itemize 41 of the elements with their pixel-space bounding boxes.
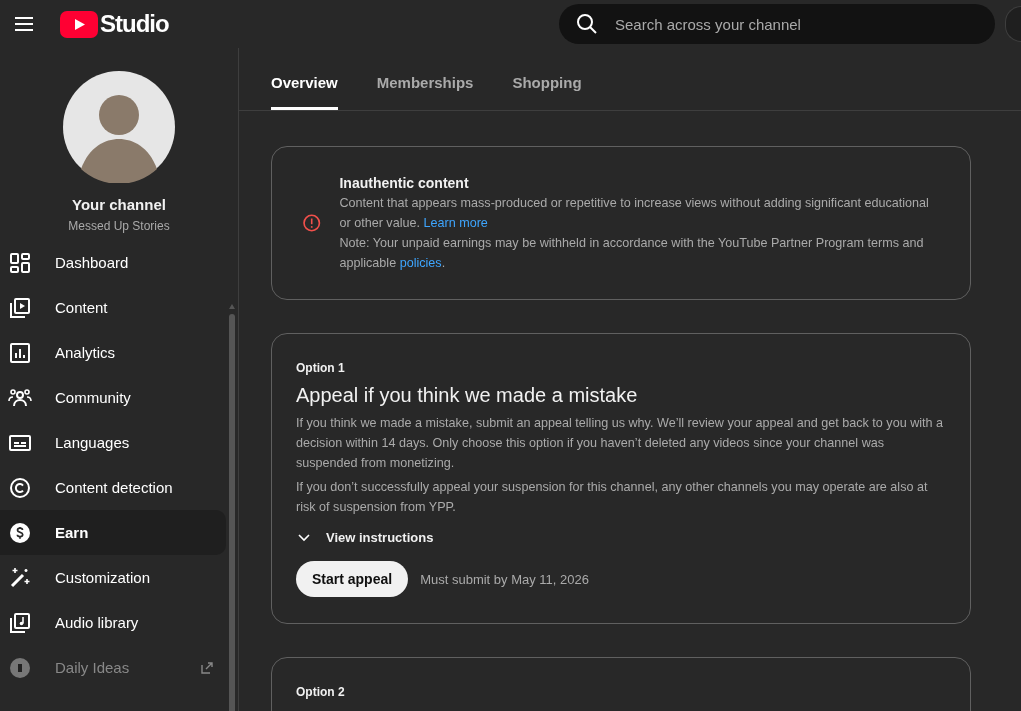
sidebar-item[interactable]: Community (0, 375, 226, 420)
channel-name: Messed Up Stories (68, 218, 170, 234)
deadline-text: Must submit by May 11, 2026 (420, 571, 589, 587)
dollar-icon (8, 520, 32, 545)
tab[interactable]: Memberships (376, 48, 474, 110)
sidebar-item[interactable]: Content (0, 285, 226, 330)
video-stack-icon (8, 295, 32, 320)
sidebar-item[interactable]: Customization (0, 555, 226, 600)
grid-icon (8, 250, 32, 275)
tab[interactable]: Shopping (512, 48, 582, 110)
view-instructions-button[interactable]: View instructions (296, 529, 434, 545)
sidebar-item[interactable]: Analytics (0, 330, 226, 375)
studio-logo[interactable]: Studio (60, 10, 169, 38)
sidebar-item[interactable]: Content detection (0, 465, 226, 510)
play-icon (60, 10, 98, 38)
notice-note: Note: Your unpaid earnings may be withheld in accordance with the YouTube Partner Program terms and applicable policies. (339, 235, 925, 272)
channel-title: Your channel (72, 195, 166, 215)
music-stack-icon (8, 610, 32, 635)
learn-more-link[interactable]: Learn more (423, 216, 488, 230)
option-title: Appeal if you think we made a mistake (296, 383, 639, 408)
tab[interactable]: Overview (271, 48, 338, 110)
sidebar-item[interactable]: Audio library (0, 600, 226, 645)
search-field[interactable]: Search across your channel (559, 4, 995, 44)
sidebar-item[interactable]: Daily Ideas (0, 645, 226, 690)
option-text: If you think we made a mistake, submit an appeal telling us why. We’ll review your appeal and get back to you with a decision within 14 days. Only choose this option if you haven’t deleted any videos since your channel was suspended from monetizing. (296, 415, 945, 472)
circle-icon (8, 655, 32, 680)
option-label: Option 2 (296, 684, 346, 700)
start-appeal-button[interactable]: Start appeal (296, 561, 409, 597)
bar-chart-icon (8, 340, 32, 365)
sidebar-item[interactable]: Dashboard (0, 240, 226, 285)
policies-link[interactable]: policies (399, 256, 442, 270)
notice-title: Inauthentic content (339, 174, 470, 193)
copyright-icon (8, 475, 32, 500)
sidebar-item[interactable]: Languages (0, 420, 226, 465)
magic-wand-icon (8, 565, 32, 590)
sidebar-item[interactable]: Earn (0, 510, 226, 555)
external-link-icon (200, 660, 214, 675)
search-icon (575, 12, 599, 36)
option-label: Option 1 (296, 360, 346, 376)
option-text: If you don’t successfully appeal your suspension for this channel, any other channels you may operate are also at risk of suspension from YPP. (296, 479, 929, 516)
notice-text: Content that appears mass-produced or repetitive to increase views without adding significant educational or other value. Learn more (339, 195, 930, 232)
